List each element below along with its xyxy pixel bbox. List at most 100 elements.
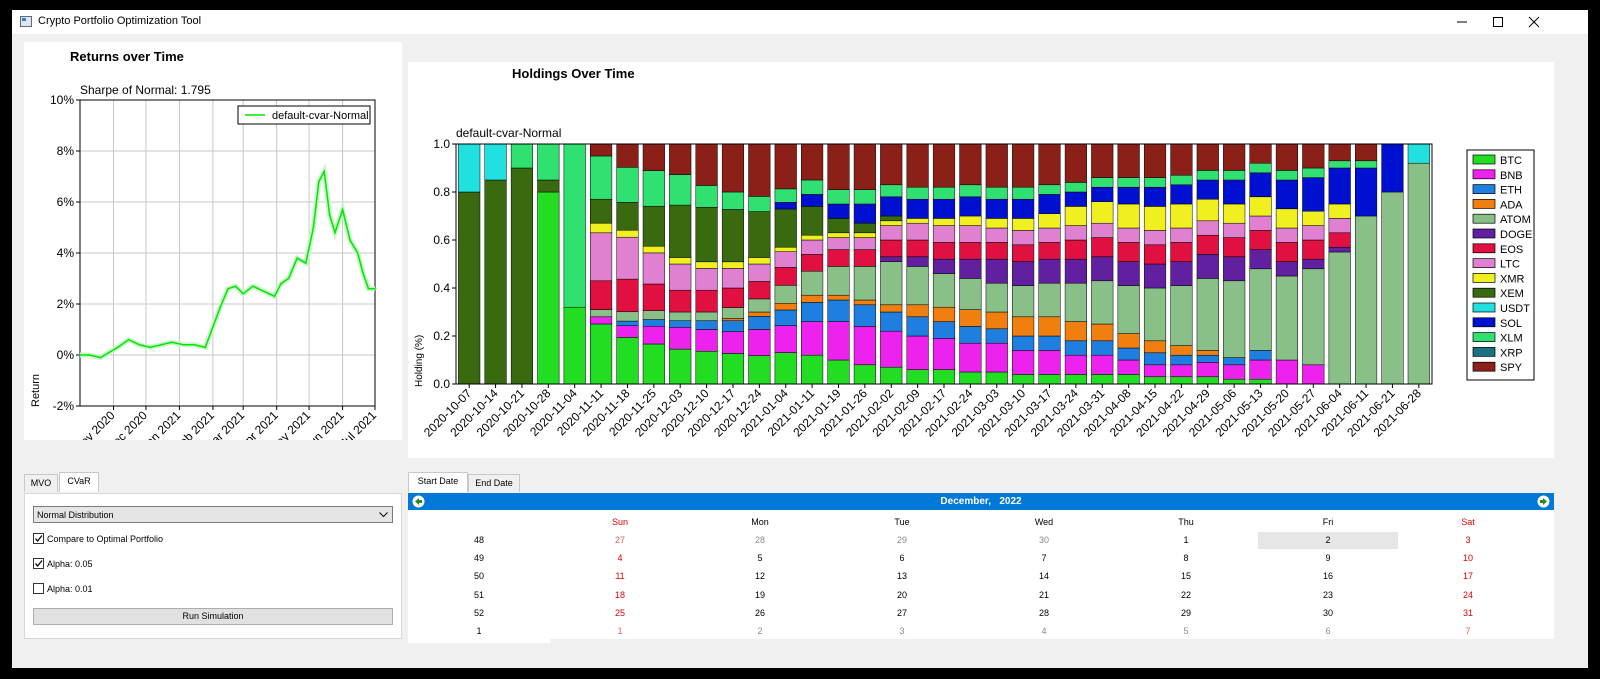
alpha-05-checkbox[interactable] bbox=[33, 558, 44, 569]
calendar-month-year[interactable]: December, 2022 bbox=[408, 496, 1554, 507]
tab-end-date[interactable]: End Date bbox=[468, 474, 520, 492]
calendar-day[interactable]: 23 bbox=[1258, 587, 1398, 604]
calendar-day[interactable]: 20 bbox=[832, 587, 972, 604]
maximize-button[interactable] bbox=[1480, 10, 1516, 34]
calendar-day[interactable]: 8 bbox=[1116, 550, 1256, 567]
calendar-day[interactable]: 2 bbox=[690, 623, 830, 640]
calendar-day[interactable]: 26 bbox=[690, 605, 830, 622]
holding-bar-segment bbox=[1249, 249, 1272, 270]
calendar-day[interactable]: 25 bbox=[550, 605, 690, 622]
holding-bar-segment bbox=[1091, 177, 1114, 188]
calendar-day[interactable]: 6 bbox=[832, 550, 972, 567]
holdings-legend-label: XEM bbox=[1500, 288, 1524, 300]
calendar-day[interactable]: 18 bbox=[550, 587, 690, 604]
holding-bar-segment bbox=[1091, 340, 1114, 356]
holding-bar-segment bbox=[1223, 357, 1246, 366]
calendar-day[interactable]: 3 bbox=[832, 623, 972, 640]
calendar-day[interactable]: 24 bbox=[1398, 587, 1538, 604]
holding-bar-segment bbox=[669, 174, 692, 206]
holding-bar-segment bbox=[1302, 364, 1325, 385]
calendar-day[interactable]: 19 bbox=[690, 587, 830, 604]
holding-bar-segment bbox=[827, 203, 850, 219]
calendar-day[interactable]: 13 bbox=[832, 568, 972, 585]
holding-bar-segment bbox=[695, 143, 718, 186]
calendar-day[interactable]: 28 bbox=[690, 532, 830, 549]
calendar-day[interactable]: 4 bbox=[974, 623, 1114, 640]
calendar-day[interactable]: 27 bbox=[832, 605, 972, 622]
calendar-day[interactable]: 11 bbox=[550, 568, 690, 585]
holding-bar-segment bbox=[748, 298, 771, 313]
holding-bar-segment bbox=[906, 256, 929, 267]
holding-bar-segment bbox=[642, 325, 665, 345]
calendar-day[interactable]: 4 bbox=[550, 550, 690, 567]
tab-mvo[interactable]: MVO bbox=[24, 474, 58, 492]
calendar-day[interactable]: 6 bbox=[1258, 623, 1398, 640]
calendar-day[interactable]: 7 bbox=[1398, 623, 1538, 640]
calendar-day[interactable]: 28 bbox=[974, 605, 1114, 622]
calendar-day[interactable]: 22 bbox=[1116, 587, 1256, 604]
calendar-day[interactable]: 27 bbox=[550, 532, 690, 549]
returns-point bbox=[79, 354, 81, 356]
calendar-day[interactable]: 9 bbox=[1258, 550, 1398, 567]
returns-ytick-label: 2% bbox=[57, 297, 75, 311]
calendar-day[interactable]: 12 bbox=[690, 568, 830, 585]
calendar-day[interactable]: 17 bbox=[1398, 568, 1538, 585]
holding-bar-segment bbox=[801, 321, 824, 356]
holdings-legend: BTC BNB ETH ADA ATOM DOGE EOS LTC XMR XEM USDT SOL X… bbox=[1466, 149, 1535, 381]
holding-bar-segment bbox=[1328, 251, 1351, 385]
holding-bar-segment bbox=[1223, 179, 1246, 205]
calendar-day[interactable]: 29 bbox=[832, 532, 972, 549]
calendar-day[interactable]: 15 bbox=[1116, 568, 1256, 585]
holding-bar-segment bbox=[1117, 261, 1140, 286]
holding-bar-segment bbox=[1012, 316, 1035, 337]
calendar-day[interactable]: 29 bbox=[1116, 605, 1256, 622]
calendar-day[interactable]: 10 bbox=[1398, 550, 1538, 567]
holding-bar-segment bbox=[906, 304, 929, 318]
holding-bar-segment bbox=[1091, 280, 1114, 325]
returns-point bbox=[160, 344, 162, 346]
distribution-select[interactable]: Normal Distribution bbox=[33, 506, 393, 523]
holding-bar-segment bbox=[1117, 333, 1140, 349]
calendar-day[interactable]: 2 bbox=[1258, 532, 1398, 549]
holding-bar-segment bbox=[1407, 143, 1430, 164]
holding-bar-segment bbox=[721, 307, 745, 319]
calendar-day[interactable]: 31 bbox=[1398, 605, 1538, 622]
compare-checkbox[interactable] bbox=[33, 533, 44, 544]
minimize-button[interactable] bbox=[1444, 10, 1480, 34]
run-simulation-button[interactable]: Run Simulation bbox=[33, 608, 393, 625]
holding-bar-segment bbox=[458, 143, 481, 193]
holding-bar-segment bbox=[642, 252, 665, 285]
holding-bar-segment bbox=[1143, 186, 1167, 207]
holding-bar-segment bbox=[484, 179, 507, 385]
holding-bar-segment bbox=[510, 167, 534, 385]
returns-point bbox=[374, 287, 376, 290]
calendar-day[interactable]: 1 bbox=[550, 623, 690, 640]
tab-start-date[interactable]: Start Date bbox=[408, 472, 468, 492]
holding-bar-segment bbox=[853, 143, 876, 190]
returns-point bbox=[182, 344, 185, 346]
holding-bar-segment bbox=[642, 310, 665, 320]
tab-cvar[interactable]: CVaR bbox=[59, 472, 99, 492]
date-tabs: Start Date End Date bbox=[408, 472, 1554, 494]
calendar-day[interactable]: 30 bbox=[974, 532, 1114, 549]
holding-bar-segment bbox=[563, 306, 586, 385]
calendar-day[interactable]: 5 bbox=[1116, 623, 1256, 640]
calendar-day[interactable]: 16 bbox=[1258, 568, 1398, 585]
next-month-button[interactable] bbox=[1537, 495, 1550, 508]
calendar-weekday-header: Mon bbox=[751, 517, 769, 527]
calendar-day[interactable]: 3 bbox=[1398, 532, 1538, 549]
holding-bar-segment bbox=[1302, 225, 1325, 241]
calendar-day[interactable]: 30 bbox=[1258, 605, 1398, 622]
alpha-01-checkbox[interactable] bbox=[33, 583, 44, 594]
calendar-day[interactable]: 7 bbox=[974, 550, 1114, 567]
holding-bar-segment bbox=[669, 263, 692, 291]
holding-bar-segment bbox=[827, 294, 850, 301]
returns-xtick-label: Jul 2021 bbox=[337, 408, 379, 440]
calendar-day[interactable]: 1 bbox=[1116, 532, 1256, 549]
calendar-day[interactable]: 21 bbox=[974, 587, 1114, 604]
holding-bar-segment bbox=[880, 220, 903, 226]
close-button[interactable] bbox=[1516, 10, 1552, 34]
calendar-day[interactable]: 14 bbox=[974, 568, 1114, 585]
holding-bar-segment bbox=[853, 266, 876, 301]
calendar-day[interactable]: 5 bbox=[690, 550, 830, 567]
